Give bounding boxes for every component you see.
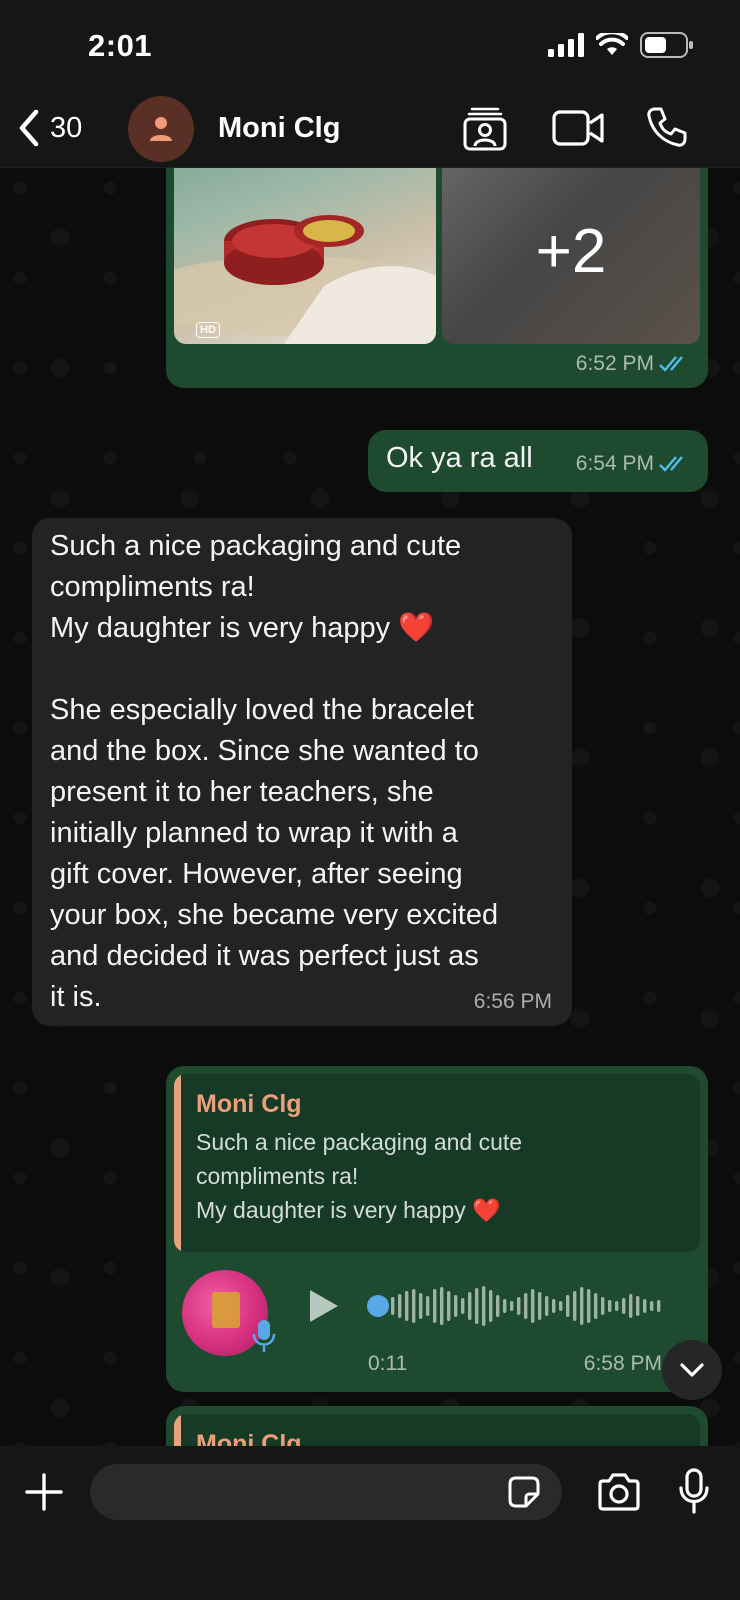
waveform-bar [580, 1287, 584, 1325]
phone-icon[interactable] [646, 106, 688, 148]
composer-bar [0, 1446, 740, 1600]
waveform-bar [496, 1295, 500, 1317]
quote-text: Such a nice packaging and cute complimen… [196, 1129, 523, 1223]
waveform-bar [524, 1293, 528, 1319]
back-button[interactable]: 30 [14, 106, 82, 150]
waveform-bar [412, 1289, 416, 1323]
mic-icon[interactable] [678, 1468, 710, 1514]
contact-card-icon[interactable] [462, 106, 508, 152]
status-time: 2:01 [88, 28, 153, 63]
waveform-bar [405, 1291, 409, 1321]
video-call-icon[interactable] [552, 110, 604, 146]
waveform-bar [419, 1293, 423, 1319]
mic-icon [252, 1320, 276, 1352]
waveform-bar [608, 1300, 612, 1312]
signal-icon [548, 33, 584, 57]
message-text: Such a nice packaging and cute complimen… [50, 530, 499, 1013]
wifi-icon [596, 33, 628, 55]
message-time: 6:54 PM [575, 452, 654, 475]
contact-avatar[interactable] [128, 96, 194, 162]
quote-accent-bar [174, 1074, 181, 1252]
back-chevron-icon [19, 109, 39, 147]
chat-area[interactable]: HD +2 6:52 PM Ok ya ra all 6:54 PM Such … [0, 168, 740, 1446]
contact-avatar-icon [150, 117, 172, 141]
waveform-bar [650, 1301, 654, 1311]
status-icons [548, 32, 694, 58]
quote-sender: Moni Clg [196, 1090, 302, 1118]
waveform-bar [594, 1293, 598, 1319]
message-input[interactable] [90, 1464, 562, 1520]
quote-sender: Moni Clg [196, 1430, 302, 1446]
waveform-bar [433, 1289, 437, 1323]
waveform-bar [517, 1297, 521, 1315]
contact-name[interactable]: Moni Clg [218, 112, 340, 145]
waveform-bar [636, 1296, 640, 1316]
quoted-message[interactable]: Moni Clg Such a nice packaging and cute … [174, 1074, 700, 1252]
message-meta: 6:54 PM [576, 452, 690, 476]
reply-bubble[interactable]: Moni Clg [166, 1406, 708, 1446]
status-bar: 2:01 [0, 0, 740, 92]
photo-album-bubble[interactable]: HD +2 6:52 PM [166, 168, 708, 388]
playback-scrubber[interactable] [367, 1295, 389, 1317]
waveform-bar [468, 1292, 472, 1320]
waveform-bar [475, 1288, 479, 1324]
waveform-bar [482, 1286, 486, 1326]
waveform-bar [538, 1292, 542, 1320]
waveform-bar [489, 1290, 493, 1322]
chat-header: 30 Moni Clg [0, 92, 740, 168]
message-time: 6:56 PM [473, 990, 552, 1013]
waveform-bar [461, 1298, 465, 1314]
waveform-bar [657, 1300, 661, 1312]
waveform-bar [531, 1289, 535, 1323]
jewellery-box-image [174, 215, 436, 344]
message-meta: 6:56 PM [474, 990, 552, 1014]
waveform-bar [510, 1301, 514, 1311]
waveform-bar [545, 1296, 549, 1316]
photo-thumbnail-more[interactable]: +2 [442, 168, 700, 344]
message-time: 6:52 PM [575, 352, 654, 375]
waveform-bar [629, 1294, 633, 1318]
voice-duration: 0:11 [368, 1352, 408, 1375]
waveform-bar [559, 1301, 563, 1311]
message-text: Ok ya ra all [386, 442, 533, 474]
waveform-bar [426, 1296, 430, 1316]
hd-badge: HD [196, 322, 220, 338]
more-photos-count: +2 [535, 217, 607, 286]
quote-accent-bar [174, 1414, 181, 1446]
outgoing-message[interactable]: Ok ya ra all 6:54 PM [368, 430, 708, 492]
waveform-bar [601, 1297, 605, 1315]
waveform-bar [615, 1301, 619, 1311]
waveform-bar [566, 1295, 570, 1317]
message-meta: 6:52 PM [576, 352, 690, 376]
waveform-bar [622, 1298, 626, 1314]
quoted-message[interactable]: Moni Clg [174, 1414, 700, 1446]
incoming-message[interactable]: Such a nice packaging and cute complimen… [32, 518, 572, 1026]
double-check-icon [659, 456, 683, 472]
voice-reply-bubble[interactable]: Moni Clg Such a nice packaging and cute … [166, 1066, 708, 1392]
waveform-bar [454, 1295, 458, 1317]
voice-waveform[interactable] [366, 1278, 666, 1334]
camera-icon[interactable] [596, 1472, 642, 1512]
photo-thumbnail[interactable]: HD [174, 168, 436, 344]
waveform-bar [391, 1297, 395, 1315]
message-time: 6:58 PM [583, 1352, 662, 1375]
waveform-bar [573, 1291, 577, 1321]
double-check-icon [659, 356, 683, 372]
plus-icon[interactable] [24, 1472, 64, 1512]
unread-count: 30 [50, 111, 83, 144]
battery-icon [640, 32, 693, 58]
waveform-bar [447, 1291, 451, 1321]
scroll-down-icon [680, 1363, 704, 1377]
scroll-down-button[interactable] [662, 1340, 722, 1400]
sticker-icon[interactable] [506, 1474, 542, 1510]
message-meta: 6:58 PM [584, 1352, 662, 1376]
play-icon[interactable] [306, 1286, 342, 1326]
waveform-bar [440, 1287, 444, 1325]
waveform-bar [587, 1289, 591, 1323]
waveform-bar [398, 1294, 402, 1318]
waveform-bar [503, 1299, 507, 1313]
waveform-bar [643, 1299, 647, 1313]
waveform-bar [552, 1299, 556, 1313]
